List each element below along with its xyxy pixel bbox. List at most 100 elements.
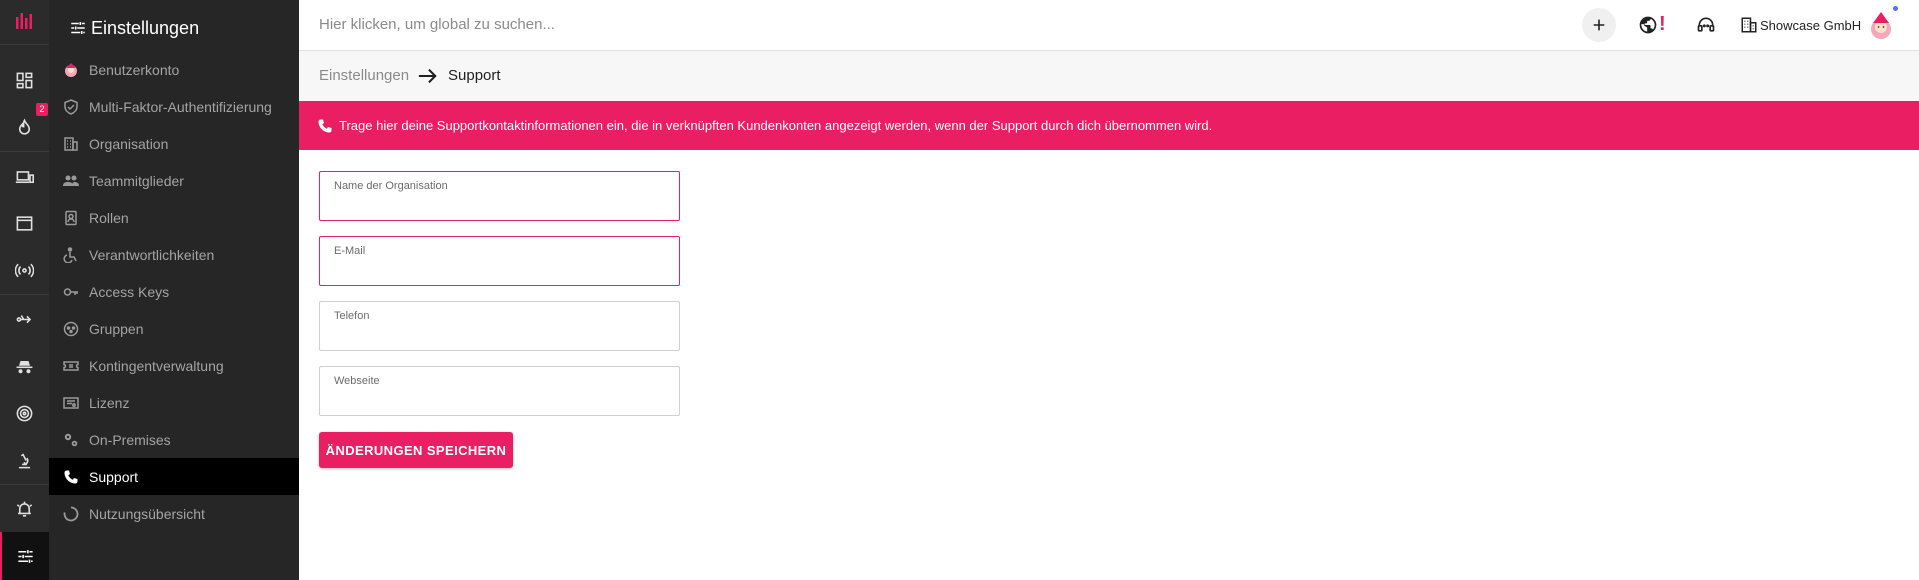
breadcrumb-root-link[interactable]: Einstellungen xyxy=(319,67,409,84)
support-agent-button[interactable] xyxy=(1695,14,1717,36)
menu-item-label: Nutzungsübersicht xyxy=(89,505,205,522)
global-search-input[interactable] xyxy=(319,16,919,33)
email-input[interactable] xyxy=(334,261,664,281)
organization-name: Showcase GmbH xyxy=(1760,17,1862,33)
add-button[interactable] xyxy=(1582,8,1616,42)
rail-divider xyxy=(0,294,49,295)
accessibility-icon xyxy=(63,246,79,263)
rail-radar[interactable] xyxy=(0,390,49,436)
rail-network[interactable] xyxy=(0,247,49,293)
tune-icon xyxy=(71,22,85,34)
rail-routing[interactable] xyxy=(0,296,49,342)
menu-item-label: On-Premises xyxy=(89,431,171,448)
gears-icon xyxy=(63,432,79,448)
ticket-icon xyxy=(63,358,79,374)
rail-divider xyxy=(0,44,49,45)
settings-menu: Einstellungen Benutzerkonto Multi-Faktor… xyxy=(49,0,299,580)
settings-menu-header: Einstellungen xyxy=(69,14,199,42)
menu-item-label: Gruppen xyxy=(89,320,144,337)
flame-icon xyxy=(18,117,31,135)
badge-icon xyxy=(63,210,79,226)
avatar-icon xyxy=(1871,12,1891,39)
menu-item-rollen[interactable]: Rollen xyxy=(49,199,299,236)
license-icon xyxy=(63,395,79,411)
info-banner: Trage hier deine Supportkontaktinformati… xyxy=(299,101,1919,150)
menu-item-label: Teammitglieder xyxy=(89,172,184,189)
rail-incognito[interactable] xyxy=(0,343,49,389)
circle-progress-icon xyxy=(63,506,79,522)
website-field[interactable]: Webseite xyxy=(319,366,680,416)
menu-item-organisation[interactable]: Organisation xyxy=(49,125,299,162)
menu-item-label: Access Keys xyxy=(89,283,170,300)
tune-icon xyxy=(18,549,33,563)
broadcast-icon xyxy=(15,263,34,277)
field-label: E-Mail xyxy=(334,245,366,257)
save-changes-button[interactable]: ÄNDERUNGEN SPEICHERN xyxy=(319,432,513,468)
people-icon xyxy=(63,173,79,189)
menu-item-access-keys[interactable]: Access Keys xyxy=(49,273,299,310)
field-label: Name der Organisation xyxy=(334,180,448,192)
phone-icon xyxy=(318,119,332,132)
breadcrumb-current: Support xyxy=(448,67,501,84)
info-banner-text: Trage hier deine Supportkontaktinformati… xyxy=(339,118,1213,133)
rail-divider xyxy=(0,151,49,152)
menu-item-verantwortlichkeiten[interactable]: Verantwortlichkeiten xyxy=(49,236,299,273)
menu-item-lizenz[interactable]: Lizenz xyxy=(49,384,299,421)
building-icon xyxy=(63,136,79,152)
menu-item-label: Organisation xyxy=(89,135,169,152)
menu-item-support[interactable]: Support xyxy=(49,458,299,495)
breadcrumb: Einstellungen Support xyxy=(299,51,1919,101)
menu-item-nutzungsuebersicht[interactable]: Nutzungsübersicht xyxy=(49,495,299,532)
menu-item-label: Lizenz xyxy=(89,394,130,411)
menu-item-label: Multi-Faktor-Authentifizierung xyxy=(89,98,272,115)
organization-switcher[interactable]: Showcase GmbH xyxy=(1740,14,1861,36)
menu-item-kontingentverwaltung[interactable]: Kontingentverwaltung xyxy=(49,347,299,384)
alarm-bell-icon xyxy=(16,501,33,517)
globe-icon xyxy=(1639,16,1657,34)
online-status-dot xyxy=(1893,6,1898,11)
menu-item-label: Kontingentverwaltung xyxy=(89,357,224,374)
plus-icon xyxy=(1593,19,1605,31)
rail-windows[interactable] xyxy=(0,200,49,246)
headset-icon xyxy=(1697,17,1715,32)
field-label: Telefon xyxy=(334,310,370,322)
app-logo[interactable] xyxy=(0,0,49,44)
arrow-right-icon xyxy=(418,68,437,84)
phone-icon xyxy=(63,469,79,485)
incognito-icon xyxy=(16,360,33,373)
email-field[interactable]: E-Mail xyxy=(319,236,680,286)
phone-input[interactable] xyxy=(334,326,664,346)
icon-rail: 2 xyxy=(0,0,49,580)
dashboard-icon xyxy=(16,72,33,88)
globe-button[interactable] xyxy=(1637,14,1659,36)
microscope-icon xyxy=(18,453,31,468)
menu-item-label: Support xyxy=(89,468,139,485)
menu-item-teammitglieder[interactable]: Teammitglieder xyxy=(49,162,299,199)
rail-dashboard[interactable] xyxy=(0,57,49,103)
website-input[interactable] xyxy=(334,391,664,411)
building-icon xyxy=(1741,17,1757,33)
alert-indicator[interactable]: ! xyxy=(1659,13,1666,35)
organization-name-input[interactable] xyxy=(334,196,664,216)
rail-devices[interactable] xyxy=(0,154,49,200)
window-icon xyxy=(16,215,33,231)
menu-item-gruppen[interactable]: Gruppen xyxy=(49,310,299,347)
phone-field[interactable]: Telefon xyxy=(319,301,680,351)
route-icon xyxy=(16,314,32,323)
menu-item-benutzerkonto[interactable]: Benutzerkonto xyxy=(49,51,299,88)
group-icon xyxy=(63,321,79,337)
organization-name-field[interactable]: Name der Organisation xyxy=(319,171,680,221)
incident-count-badge: 2 xyxy=(36,103,48,116)
radar-icon xyxy=(16,405,33,421)
rail-divider xyxy=(0,484,49,485)
menu-item-mfa[interactable]: Multi-Faktor-Authentifizierung xyxy=(49,88,299,125)
rail-settings[interactable] xyxy=(0,532,49,580)
menu-item-label: Verantwortlichkeiten xyxy=(89,246,215,263)
menu-item-on-premises[interactable]: On-Premises xyxy=(49,421,299,458)
user-avatar[interactable] xyxy=(1866,10,1896,40)
key-icon xyxy=(63,284,79,300)
rail-lab[interactable] xyxy=(0,437,49,483)
rail-alarms[interactable] xyxy=(0,486,49,532)
devices-icon xyxy=(15,170,34,183)
app-root: 2 Einstellungen Benutzerkonto Multi-Fakt… xyxy=(0,0,1919,580)
